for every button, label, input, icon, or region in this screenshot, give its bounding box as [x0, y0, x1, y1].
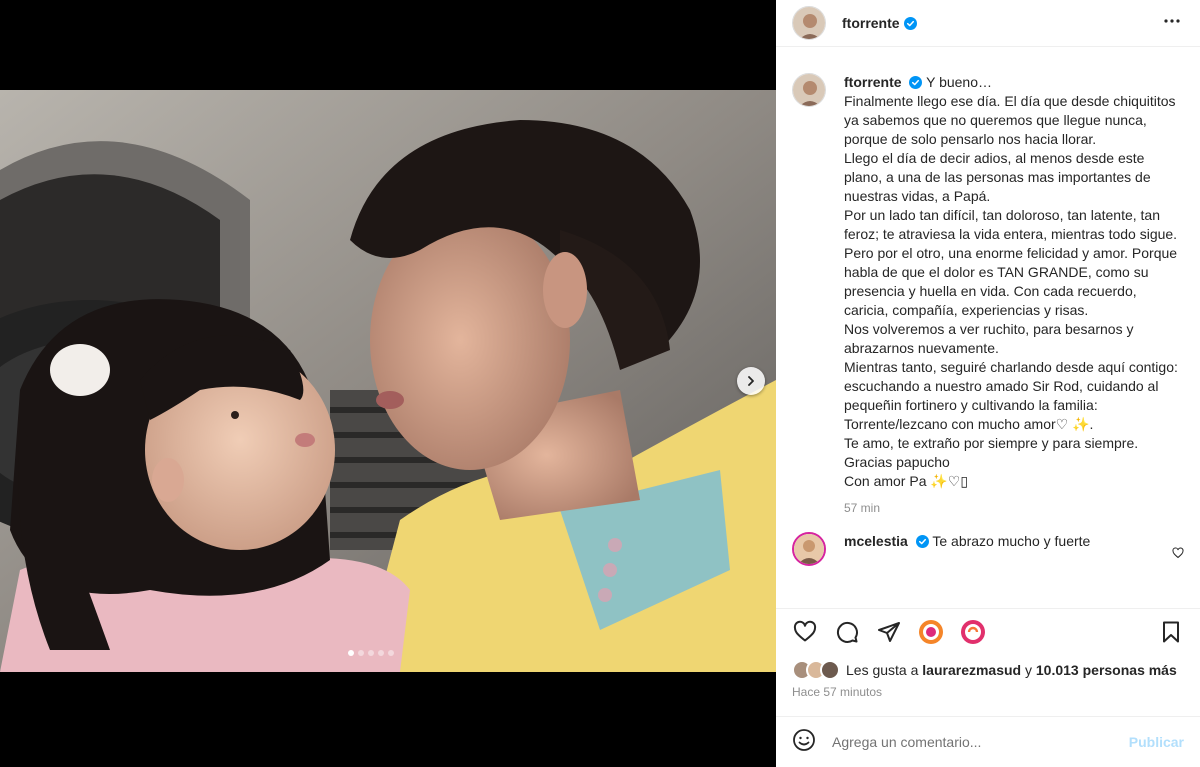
chevron-right-icon — [748, 376, 754, 386]
author-username[interactable]: ftorrente — [842, 15, 900, 31]
carousel-next-button[interactable] — [737, 367, 765, 395]
likes-count[interactable]: 10.013 personas más — [1036, 662, 1177, 678]
comment-button[interactable] — [834, 619, 860, 645]
comment-input[interactable] — [832, 734, 1129, 750]
liker-avatar — [820, 660, 840, 680]
comment-like-button[interactable] — [1172, 546, 1184, 564]
like-button[interactable] — [792, 619, 818, 645]
likes-prefix: Les gusta a — [846, 662, 923, 678]
add-comment-bar: Publicar — [776, 716, 1200, 767]
caption-username[interactable]: ftorrente — [844, 74, 902, 90]
post-actions-bar — [776, 608, 1200, 654]
caption-author-avatar[interactable] — [792, 73, 826, 107]
author-avatar[interactable] — [792, 6, 826, 40]
carousel-dot[interactable] — [348, 650, 354, 656]
carousel-dot[interactable] — [358, 650, 364, 656]
carousel-indicator — [348, 650, 394, 656]
smiley-icon — [793, 728, 815, 751]
emoji-button[interactable] — [792, 728, 816, 757]
likes-text[interactable]: Les gusta a laurarezmasud y 10.013 perso… — [846, 662, 1177, 678]
comments-section[interactable]: ftorrente Y bueno… Finalmente llego ese … — [776, 57, 1200, 605]
likes-middle: y — [1021, 662, 1036, 678]
carousel-dot[interactable] — [388, 650, 394, 656]
caption-text: Y bueno… Finalmente llego ese día. El dí… — [844, 74, 1178, 489]
post-caption: ftorrente Y bueno… Finalmente llego ese … — [776, 57, 1200, 518]
likes-user[interactable]: laurarezmasud — [922, 662, 1021, 678]
pink-circle-icon — [961, 619, 985, 644]
avatar-image — [794, 534, 824, 564]
extra-action-button-2[interactable] — [960, 619, 986, 645]
carousel-dot[interactable] — [368, 650, 374, 656]
extra-action-button-1[interactable] — [918, 619, 944, 645]
post-header: ftorrente — [776, 0, 1200, 47]
avatar-image — [793, 7, 825, 39]
post-details-panel: ftorrente ftorrente Y bueno… Finalmente … — [776, 0, 1200, 767]
save-button[interactable] — [1158, 619, 1184, 645]
post-photo[interactable] — [0, 90, 776, 672]
comment-username[interactable]: mcelestia — [844, 533, 908, 549]
share-button[interactable] — [876, 619, 902, 645]
orange-circle-icon — [919, 619, 943, 644]
verified-badge-icon — [903, 16, 917, 30]
liker-avatars — [792, 660, 840, 680]
comment-bubble-icon — [836, 621, 858, 643]
avatar-image — [793, 74, 825, 106]
verified-badge-icon — [915, 535, 929, 548]
verified-badge-icon — [909, 76, 923, 89]
carousel-dot[interactable] — [378, 650, 384, 656]
comment-text: Te abrazo mucho y fuerte — [932, 533, 1091, 549]
paper-plane-icon — [878, 621, 900, 642]
heart-icon — [1172, 547, 1184, 559]
more-options-button[interactable] — [1160, 9, 1184, 38]
commenter-avatar[interactable] — [792, 532, 826, 566]
more-horizontal-icon — [1164, 18, 1180, 23]
heart-icon — [793, 620, 817, 641]
bookmark-icon — [1163, 621, 1179, 642]
caption-time: 57 min — [844, 501, 881, 515]
publish-button[interactable]: Publicar — [1129, 734, 1184, 750]
post-media-pane — [0, 0, 776, 767]
photo-illustration — [0, 90, 776, 672]
comment-body: mcelestia Te abrazo mucho y fuerte — [844, 532, 1090, 551]
comment-item: mcelestia Te abrazo mucho y fuerte — [776, 518, 1200, 566]
likes-summary: Les gusta a laurarezmasud y 10.013 perso… — [792, 660, 1177, 680]
post-timestamp: Hace 57 minutos — [792, 685, 883, 699]
caption-body: ftorrente Y bueno… Finalmente llego ese … — [844, 73, 1184, 518]
